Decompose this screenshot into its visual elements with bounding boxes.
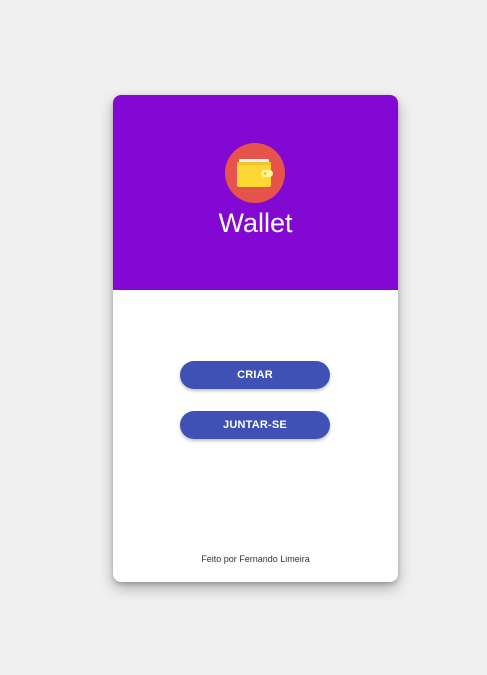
app-title: Wallet (218, 208, 293, 238)
wallet-card: Wallet CRIAR JUNTAR-SE Feito por Fernand… (113, 95, 398, 582)
page: Wallet CRIAR JUNTAR-SE Feito por Fernand… (0, 0, 487, 675)
logo-badge (225, 143, 285, 203)
join-button[interactable]: JUNTAR-SE (180, 411, 330, 439)
card-header: Wallet (113, 95, 398, 290)
footer-credit: Feito por Fernando Limeira (201, 554, 310, 564)
wallet-icon (237, 159, 273, 187)
create-button[interactable]: CRIAR (180, 361, 330, 389)
